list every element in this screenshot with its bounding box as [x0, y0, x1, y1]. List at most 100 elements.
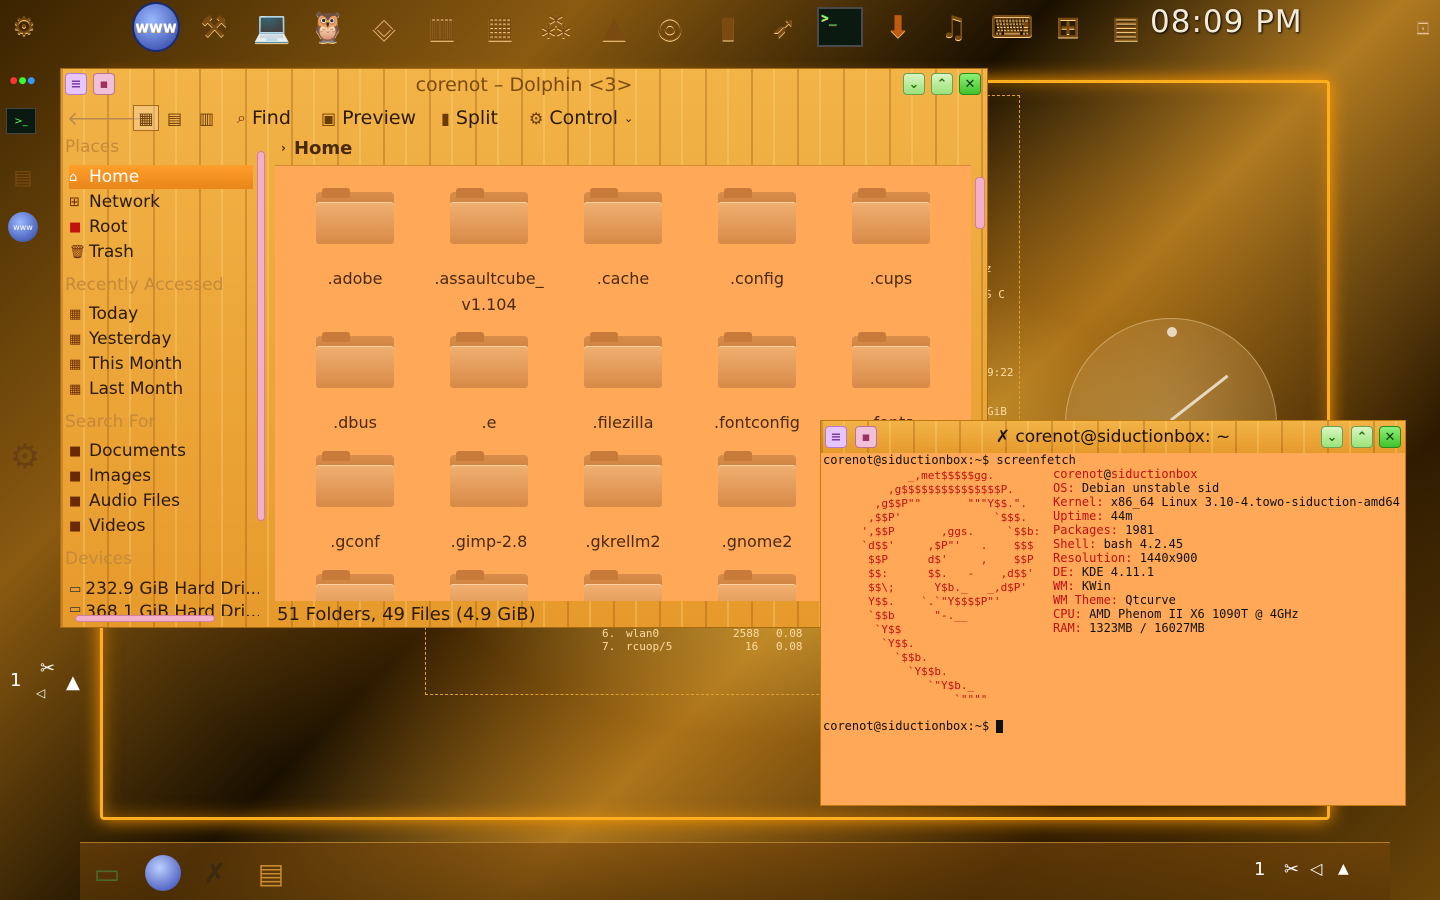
terminal-output[interactable]: corenot@siductionbox:~$ screenfetch _,me… [823, 453, 1403, 803]
info-value: 1981 [1118, 523, 1155, 537]
file-item[interactable]: .gconf [295, 451, 415, 555]
hard-drive-icon: ▭ [69, 602, 82, 616]
panel-settings-icon[interactable]: ⊡ [1408, 2, 1438, 52]
tray-counter[interactable]: 1 [1254, 859, 1265, 880]
terminal-titlebar[interactable]: ≡ ▪ ✗ corenot@siductionbox: ~ ⌄ ⌃ ✕ [821, 421, 1405, 453]
close-button[interactable]: ✕ [1379, 426, 1401, 448]
tray-arrow-up-icon[interactable]: ▲ [66, 672, 80, 693]
tools-icon[interactable]: ⚒ [190, 2, 238, 52]
places-item-root[interactable]: ■ Root [69, 215, 253, 239]
maximize-button[interactable]: ⌃ [1351, 426, 1373, 448]
file-item[interactable] [295, 570, 415, 601]
places-item-home[interactable]: ⌂ Home [69, 165, 253, 189]
keyboard-icon[interactable]: ⌨ [988, 2, 1036, 52]
scissors-icon[interactable]: ✂ [1284, 859, 1299, 880]
x-logo-icon[interactable]: ✗ [194, 853, 236, 893]
places-item-disk1[interactable]: ▭ 232.9 GiB Hard Dri... [69, 577, 259, 601]
places-hscrollbar[interactable] [75, 615, 215, 622]
file-item[interactable]: .cups [831, 188, 951, 292]
breadcrumb-home[interactable]: Home [294, 138, 352, 159]
kde-menu-icon[interactable]: ⚙ [0, 2, 48, 52]
places-item-videos[interactable]: ■ Videos [69, 514, 253, 538]
places-item-images[interactable]: ■ Images [69, 464, 253, 488]
places-item-network[interactable]: ⊞ Network [69, 190, 253, 214]
places-item-last-month[interactable]: ▦ Last Month [69, 377, 253, 401]
places-item-disk2[interactable]: ▭ 368.1 GiB Hard Dri... [69, 602, 259, 616]
file-name: .cache [596, 269, 650, 288]
globe-icon[interactable] [142, 853, 184, 893]
places-item-trash[interactable]: 🗑 Trash [69, 240, 253, 264]
info-line: Uptime: 44m [1053, 509, 1132, 523]
breadcrumb[interactable]: › Home [277, 135, 977, 161]
details-view-button[interactable]: ▤ [167, 105, 182, 131]
file-item[interactable]: .gkrellm2 [563, 451, 683, 555]
file-item[interactable] [697, 570, 817, 601]
control-button[interactable]: ⚙ Control ⌄ [529, 105, 633, 131]
network-icon[interactable]: ⁂ [532, 2, 580, 52]
dolphin-titlebar[interactable]: ≡ ▪ corenot – Dolphin <3> ⌄ ⌃ ✕ [61, 69, 987, 99]
computer-icon[interactable]: 💻 [248, 2, 296, 52]
maximize-button[interactable]: ⌃ [931, 73, 953, 95]
preview-button[interactable]: ▣ Preview [321, 105, 416, 131]
window-dots-icon[interactable]: ● ● ● [6, 64, 40, 98]
places-item-this-month[interactable]: ▦ This Month [69, 352, 253, 376]
places-item-yesterday[interactable]: ▦ Yesterday [69, 327, 253, 351]
tray-arrow-up-icon[interactable]: ▲ [1338, 861, 1349, 877]
diamond-icon[interactable]: ◈ [360, 2, 408, 52]
columns-view-button[interactable]: ▥ [199, 105, 214, 131]
user-name: corenot [1053, 467, 1104, 481]
file-item[interactable]: .config [697, 188, 817, 292]
cabinet-icon[interactable]: ▤ [250, 853, 292, 893]
browser-icon[interactable]: www [6, 210, 40, 244]
file-item[interactable]: .assaultcube_ v1.104 [429, 188, 549, 318]
split-button[interactable]: ▮ Split [441, 105, 498, 131]
calculator-icon[interactable]: ⊞ [1044, 2, 1092, 52]
file-item[interactable]: .fontconfig [697, 332, 817, 436]
info-key: CPU: [1053, 607, 1082, 621]
network-card-icon[interactable]: ▭ [86, 853, 128, 893]
find-button[interactable]: ⌕ Find [237, 105, 291, 131]
minimize-button[interactable]: ⌄ [903, 73, 925, 95]
volume-icon[interactable]: ◁ [1310, 859, 1322, 878]
document-icon[interactable]: ▤ [6, 160, 40, 194]
places-label: Audio Files [89, 491, 181, 511]
scissors-icon[interactable]: ✂ [40, 658, 55, 679]
file-item[interactable]: .cache [563, 188, 683, 292]
panel-clock[interactable]: 08:09 PM [1150, 4, 1315, 48]
places-label: Documents [89, 441, 186, 461]
terminal-icon[interactable]: >_ [6, 108, 36, 134]
document-icon[interactable]: ▤ [1102, 2, 1150, 52]
volume-icon[interactable]: ◁ [36, 686, 45, 700]
cone-icon[interactable]: ▲ [590, 2, 638, 52]
terminal-icon[interactable]: >_ [816, 2, 864, 52]
places-item-audio[interactable]: ■ Audio Files [69, 489, 253, 513]
chart-icon[interactable]: ▥ [418, 2, 466, 52]
places-scrollbar[interactable] [257, 151, 265, 521]
list-icon: ▤ [167, 108, 183, 128]
chart2-icon[interactable]: ▦ [476, 2, 524, 52]
download-icon[interactable]: ⬇ [874, 2, 922, 52]
places-item-documents[interactable]: ■ Documents [69, 439, 253, 463]
file-view-scrollbar[interactable] [975, 177, 985, 229]
file-item[interactable]: .filezilla [563, 332, 683, 436]
close-button[interactable]: ✕ [959, 73, 981, 95]
music-icon[interactable]: ♫ [930, 2, 978, 52]
disc-icon[interactable]: ◎ [646, 2, 694, 52]
tray-counter[interactable]: 1 [10, 670, 21, 691]
rocket-icon[interactable]: ➶ [760, 2, 808, 52]
split-icon: ▮ [441, 108, 450, 128]
file-item[interactable]: .e [429, 332, 549, 436]
minimize-button[interactable]: ⌄ [1321, 426, 1343, 448]
file-item[interactable] [429, 570, 549, 601]
icons-view-button[interactable]: ▦ [133, 105, 159, 131]
file-icon[interactable]: ▮ [704, 2, 752, 52]
file-item[interactable]: .dbus [295, 332, 415, 436]
file-item[interactable]: .gnome2 [697, 451, 817, 555]
places-label: Home [89, 167, 140, 187]
browser-icon[interactable]: www [132, 2, 180, 52]
places-item-today[interactable]: ▦ Today [69, 302, 253, 326]
file-item[interactable] [563, 570, 683, 601]
file-item[interactable]: .adobe [295, 188, 415, 292]
owl-icon[interactable]: 🦉 [304, 2, 352, 52]
file-item[interactable]: .gimp-2.8 [429, 451, 549, 555]
